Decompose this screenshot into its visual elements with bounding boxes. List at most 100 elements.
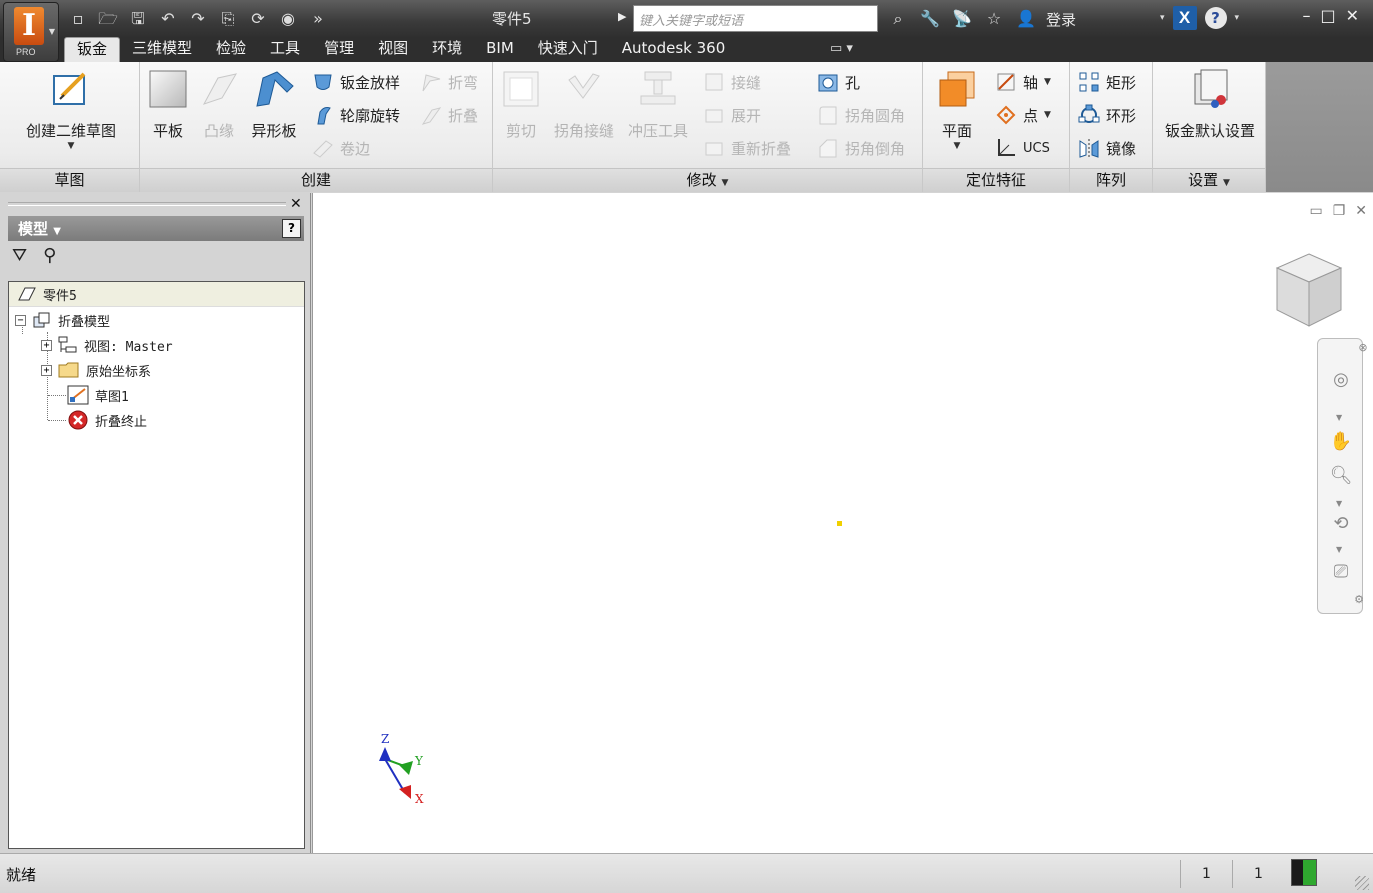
corner-seam-label: 拐角接缝 <box>553 122 614 140</box>
unfold-button[interactable]: 展开 <box>703 103 761 127</box>
maximize-icon[interactable]: □ <box>1320 6 1335 25</box>
close-icon[interactable]: ✕ <box>1355 203 1367 219</box>
axis-triad-icon: Z Y X <box>379 732 424 806</box>
close-window-icon[interactable]: ✕ <box>1346 6 1359 25</box>
tree-item-view-master[interactable]: + 视图: Master <box>41 333 173 357</box>
new-file-icon[interactable]: ▫ <box>64 6 92 32</box>
star-icon[interactable]: ☆ <box>980 6 1008 32</box>
panel-title-setup-label: 设置 <box>1188 171 1219 189</box>
tree-item-end-of-folded[interactable]: 折叠终止 <box>67 408 147 432</box>
help-icon[interactable]: ? <box>282 219 301 238</box>
circular-pattern-button[interactable]: 环形 <box>1078 103 1136 127</box>
tab-view[interactable]: 视图 <box>366 37 420 62</box>
exchange-apps-icon[interactable]: X <box>1172 6 1197 30</box>
panel-title-modify[interactable]: 修改 ▼ <box>493 168 922 192</box>
tab-autodesk-360[interactable]: Autodesk 360 <box>610 37 737 62</box>
wrench-icon[interactable]: 🔧 <box>916 6 944 32</box>
application-menu-button[interactable]: I PRO ▼ <box>3 2 59 62</box>
more-commands-icon[interactable]: » <box>304 6 332 32</box>
expand-icon[interactable]: + <box>41 339 52 351</box>
resize-grip[interactable] <box>1355 876 1369 890</box>
contour-roll-button[interactable]: 异形板 <box>246 68 302 141</box>
search-expand-icon[interactable]: ▶ <box>618 10 626 23</box>
plane-button[interactable]: 平面 ▼ <box>929 68 985 151</box>
refold-button[interactable]: 重新折叠 <box>703 136 791 160</box>
minimize-icon[interactable]: ▭ <box>1309 203 1322 219</box>
user-icon[interactable]: 👤 <box>1012 6 1040 32</box>
lofted-flange-button[interactable]: 钣金放样 <box>312 70 400 94</box>
appearance-icon[interactable]: ◉ <box>274 6 302 32</box>
tab-bim[interactable]: BIM <box>474 37 526 62</box>
fold-button[interactable]: 折弯 <box>420 70 478 94</box>
contour-flange-button[interactable]: 凸缘 <box>196 68 242 141</box>
rectangular-pattern-button[interactable]: 矩形 <box>1078 70 1136 94</box>
panel-title-setup[interactable]: 设置 ▼ <box>1153 168 1265 192</box>
customize-icon[interactable]: ⚙ <box>1344 593 1373 606</box>
tab-sheet-metal[interactable]: 钣金 <box>64 37 121 62</box>
filter-icon[interactable]: ⛛ <box>12 245 27 266</box>
rip-button[interactable]: 接缝 <box>703 70 761 94</box>
binoculars-icon[interactable]: ⚲ <box>43 245 56 266</box>
face-button[interactable]: 平板 <box>146 68 190 141</box>
return-icon[interactable]: ⎘ <box>214 6 242 32</box>
chevron-down-icon[interactable]: ▼ <box>1336 499 1342 508</box>
binoculars-icon[interactable]: ⌕ <box>884 6 912 32</box>
redo-icon[interactable]: ↷ <box>184 6 212 32</box>
tree-item-origin[interactable]: + 原始坐标系 <box>41 358 151 382</box>
tab-get-started[interactable]: 快速入门 <box>526 37 610 62</box>
point-button[interactable]: 点 ▼ <box>995 103 1051 127</box>
minimize-icon[interactable]: – <box>1302 6 1310 25</box>
tab-inspect[interactable]: 检验 <box>204 37 258 62</box>
punch-tool-button[interactable]: 冲压工具 <box>623 68 693 141</box>
undo-icon[interactable]: ↶ <box>154 6 182 32</box>
sheet-metal-defaults-button[interactable]: 钣金默认设置 <box>1157 68 1263 141</box>
create-2d-sketch-button[interactable]: 创建二维草图 ▼ <box>16 68 126 151</box>
close-icon[interactable]: ✕ <box>290 196 302 212</box>
zoom-icon[interactable]: 🔍︎ <box>1326 465 1356 486</box>
login-dropdown-icon[interactable]: ▾ <box>1160 13 1165 23</box>
tree-item-folded-model[interactable]: − 折叠模型 <box>15 308 110 332</box>
tab-manage[interactable]: 管理 <box>312 37 366 62</box>
tree-root[interactable]: 零件5 <box>9 282 304 307</box>
help-icon[interactable]: ? <box>1204 7 1227 29</box>
browser-drag-handle[interactable] <box>8 202 286 206</box>
orbit-icon[interactable]: ⟲ <box>1326 513 1356 534</box>
corner-round-button[interactable]: 拐角圆角 <box>817 103 905 127</box>
ucs-button[interactable]: UCS <box>995 136 1050 160</box>
chevron-down-icon[interactable]: ▼ <box>1336 545 1342 554</box>
corner-seam-button[interactable]: 拐角接缝 <box>549 68 619 141</box>
contour-rotate-button[interactable]: 轮廓旋转 <box>312 103 400 127</box>
tab-3d-model[interactable]: 三维模型 <box>120 37 204 62</box>
help-dropdown-icon[interactable]: ▾ <box>1235 13 1240 23</box>
corner-chamfer-button[interactable]: 拐角倒角 <box>817 136 905 160</box>
viewcube-icon[interactable] <box>1273 250 1345 330</box>
axis-button[interactable]: 轴 ▼ <box>995 70 1051 94</box>
ribbon-display-options-icon[interactable]: ▭ ▾ <box>830 41 853 56</box>
tab-tools[interactable]: 工具 <box>258 37 312 62</box>
fold2-button[interactable]: 折叠 <box>420 103 478 127</box>
open-file-icon[interactable]: 🗁 <box>94 6 122 32</box>
look-at-icon[interactable]: ⎚ <box>1326 561 1356 582</box>
hem-button[interactable]: 卷边 <box>312 136 370 160</box>
browser-header[interactable]: 模型 ▼ ? <box>8 216 304 241</box>
chevron-down-icon[interactable]: ▼ <box>1336 413 1342 422</box>
tree-item-sketch1[interactable]: 草图1 <box>67 383 129 407</box>
update-icon[interactable]: ⟳ <box>244 6 272 32</box>
browser-title: 模型 <box>18 220 49 238</box>
pan-icon[interactable]: ✋ <box>1326 431 1356 452</box>
collapse-icon[interactable]: − <box>15 314 26 326</box>
cut-button[interactable]: 剪切 <box>499 68 543 141</box>
save-icon[interactable]: 🖫 <box>124 6 152 32</box>
graphics-viewport[interactable]: ▭ ❐ ✕ ⊗ ◎ ▼ ✋ 🔍︎ ▼ ⟲ ▼ ⎚ ⚙ Z Y X <box>312 193 1373 853</box>
expand-icon[interactable]: + <box>41 364 52 376</box>
mirror-button[interactable]: 镜像 <box>1078 136 1136 160</box>
satellite-icon[interactable]: 📡 <box>948 6 976 32</box>
steering-wheel-icon[interactable]: ◎ <box>1326 369 1356 390</box>
search-input[interactable]: 键入关键字或短语 <box>633 5 878 32</box>
hole-button[interactable]: 孔 <box>817 70 860 94</box>
tab-environments[interactable]: 环境 <box>420 37 474 62</box>
login-link[interactable]: 登录 <box>1046 9 1076 30</box>
panel-title-sketch: 草图 <box>0 168 139 192</box>
close-icon[interactable]: ⊗ <box>1348 341 1373 354</box>
restore-icon[interactable]: ❐ <box>1333 203 1346 219</box>
